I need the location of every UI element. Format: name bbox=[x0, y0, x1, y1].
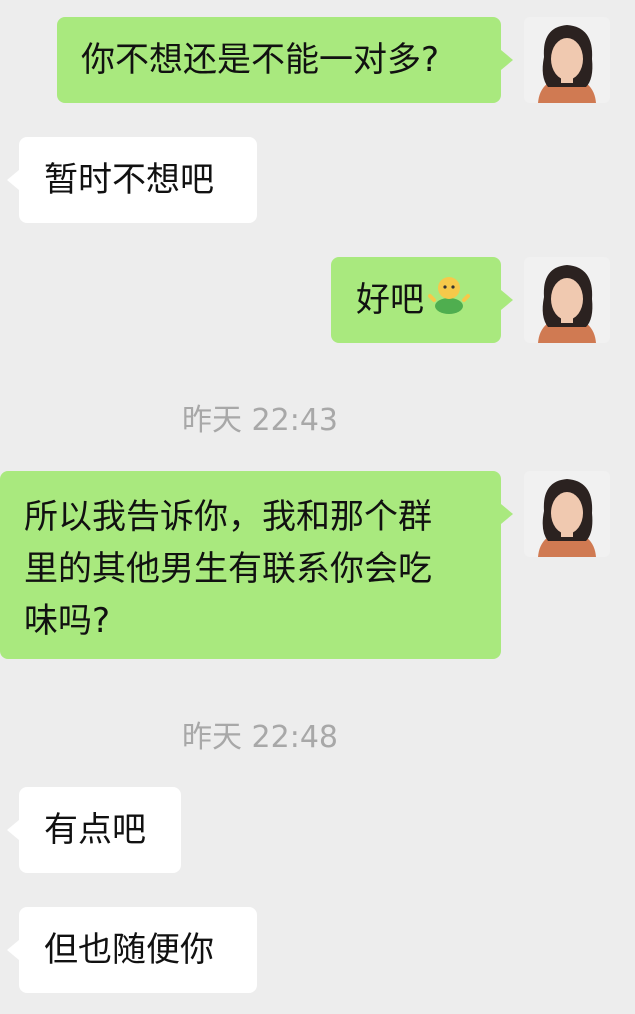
timestamp: 昨天 22:43 bbox=[182, 403, 338, 438]
bubble-tail bbox=[7, 170, 19, 190]
user-avatar-icon bbox=[524, 257, 610, 343]
bubble-tail bbox=[7, 820, 19, 840]
shrug-person-emoji-icon bbox=[428, 274, 470, 329]
bubble-tail bbox=[501, 50, 513, 70]
bubble-tail bbox=[7, 940, 19, 960]
message-bubble-sent[interactable]: 好吧 bbox=[331, 257, 501, 343]
avatar[interactable] bbox=[524, 471, 610, 557]
message-text: 但也随便你 bbox=[44, 930, 214, 970]
bubble-tail bbox=[501, 504, 513, 524]
user-avatar-icon bbox=[524, 17, 610, 103]
message-bubble-sent[interactable]: 所以我告诉你，我和那个群 里的其他男生有联系你会吃 味吗? bbox=[0, 471, 501, 659]
avatar[interactable] bbox=[524, 17, 610, 103]
message-text: 你不想还是不能一对多? bbox=[81, 40, 440, 80]
message-bubble-received[interactable]: 有点吧 bbox=[19, 787, 181, 873]
avatar[interactable] bbox=[524, 257, 610, 343]
message-bubble-received[interactable]: 但也随便你 bbox=[19, 907, 257, 993]
bubble-tail bbox=[501, 290, 513, 310]
message-bubble-sent[interactable]: 你不想还是不能一对多? bbox=[57, 17, 501, 103]
message-line: 里的其他男生有联系你会吃 bbox=[24, 549, 432, 589]
message-text: 暂时不想吧 bbox=[44, 160, 214, 200]
message-line: 所以我告诉你，我和那个群 bbox=[24, 497, 432, 537]
message-text: 有点吧 bbox=[44, 810, 146, 850]
user-avatar-icon bbox=[524, 471, 610, 557]
timestamp: 昨天 22:48 bbox=[182, 720, 338, 755]
message-text: 好吧 bbox=[356, 280, 424, 320]
message-line: 味吗? bbox=[24, 601, 111, 641]
message-bubble-received[interactable]: 暂时不想吧 bbox=[19, 137, 257, 223]
